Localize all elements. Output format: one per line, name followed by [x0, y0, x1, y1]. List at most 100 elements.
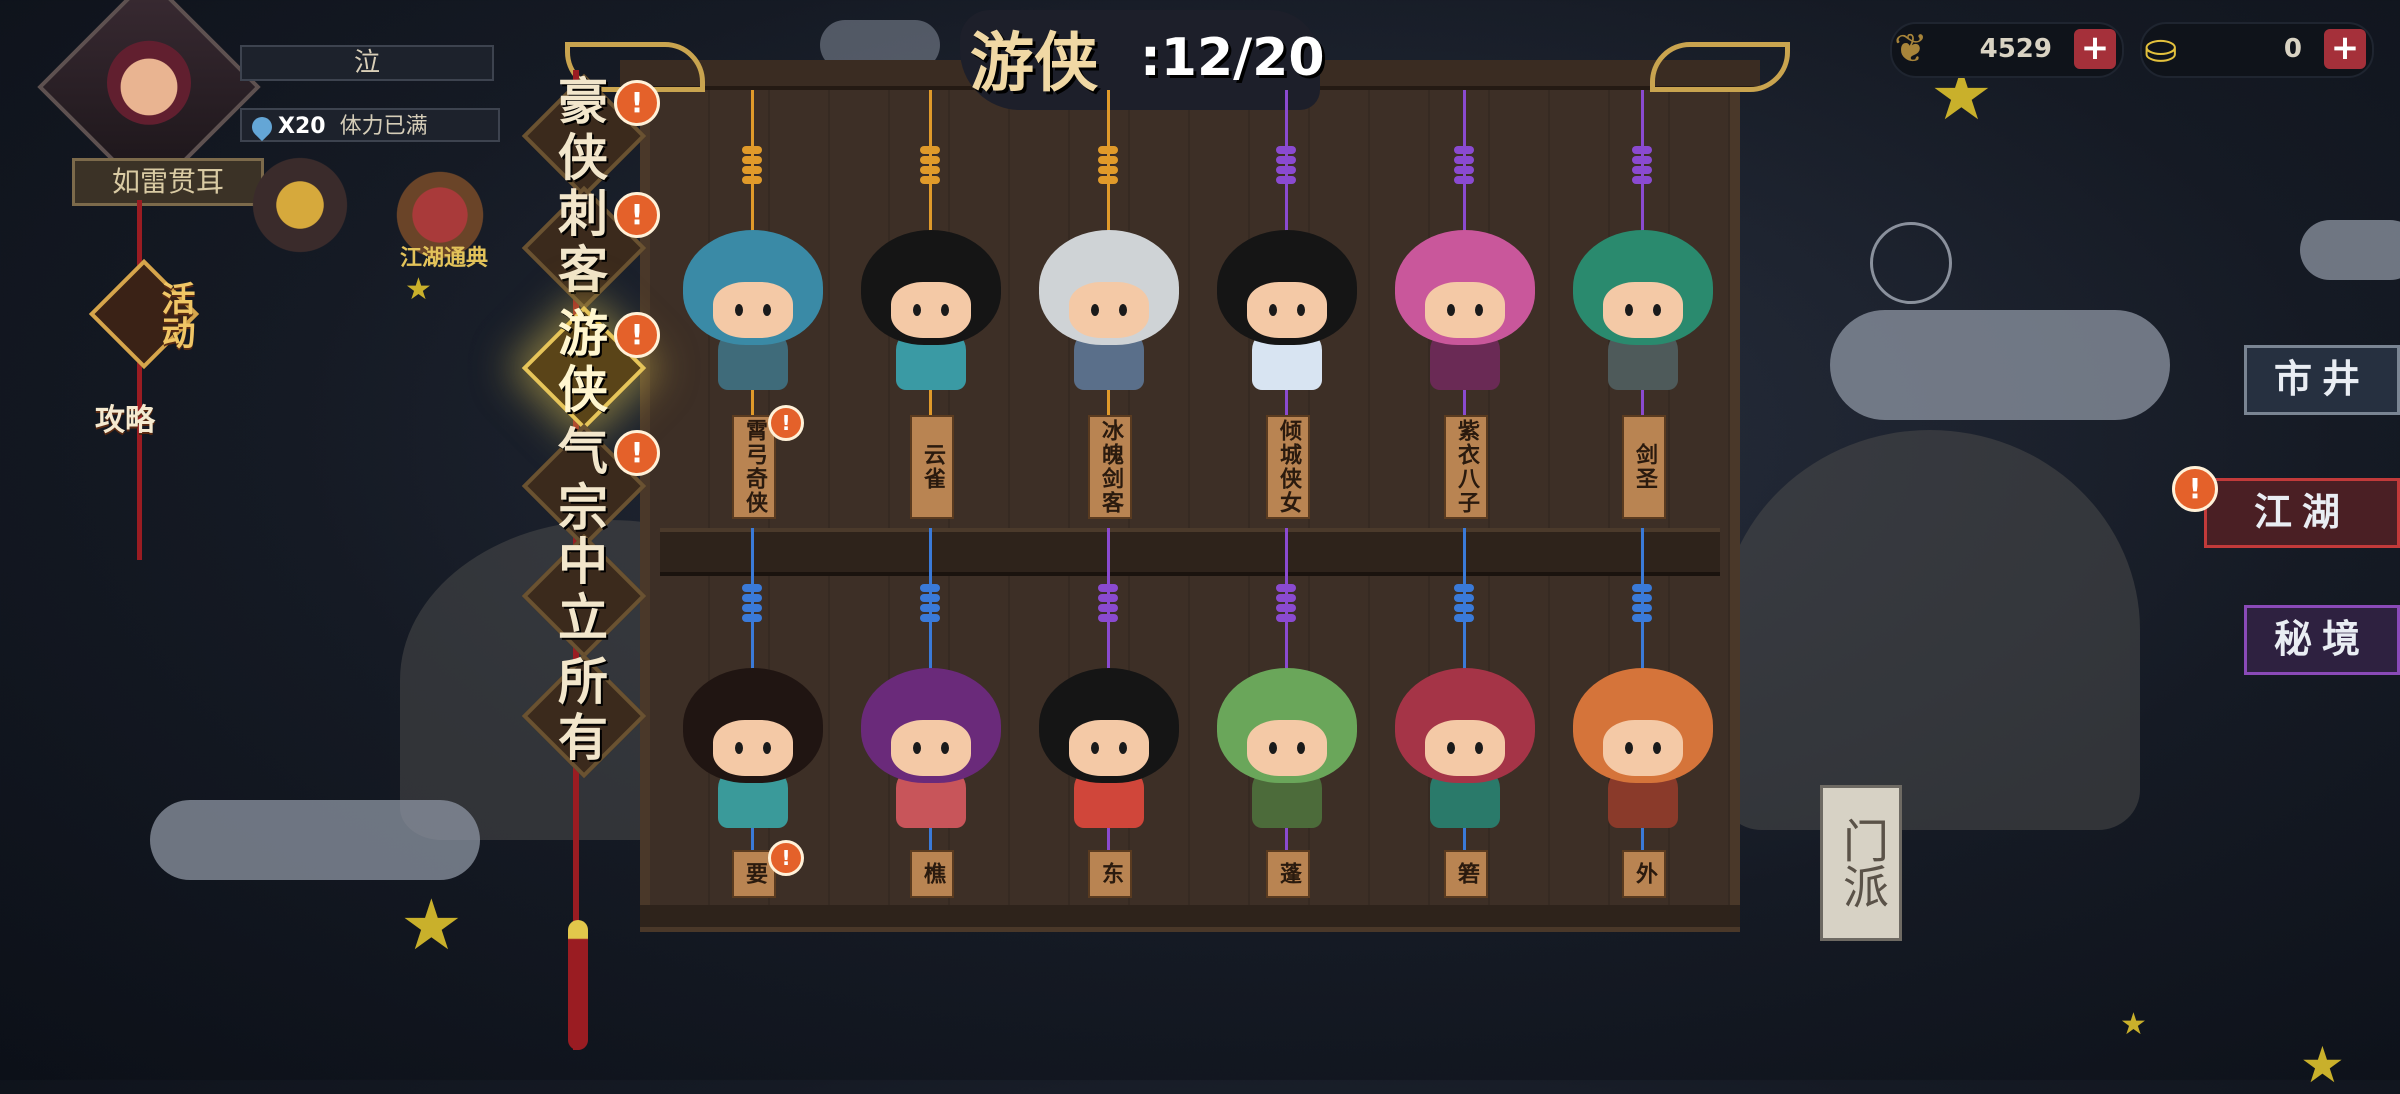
background-cloud [2300, 220, 2400, 280]
gold-ingot-icon: ⛀ [2144, 26, 2178, 72]
eye [913, 304, 921, 316]
character-face [1247, 720, 1327, 776]
character-name-plate: 蓬 [1266, 850, 1310, 898]
cabinet-bottom-beam [640, 905, 1740, 927]
stamina-count: X20 [278, 114, 326, 139]
background-cloud [150, 800, 480, 880]
star-icon: ★ [2120, 1007, 2147, 1042]
bead-stack [920, 146, 940, 186]
bead-stack [1454, 584, 1474, 624]
character-figure [678, 230, 828, 400]
tab-category[interactable]: 豪侠! [518, 70, 660, 199]
eye [1625, 304, 1633, 316]
stamina-drop-icon [247, 112, 277, 142]
eye [735, 742, 743, 754]
strategy-button[interactable]: 攻略 [95, 395, 155, 439]
character-figure [856, 230, 1006, 400]
eye [763, 742, 771, 754]
bead-stack [1098, 146, 1118, 186]
activity-button[interactable]: 活动 [90, 270, 200, 360]
eye [1653, 742, 1661, 754]
character-figure [1212, 230, 1362, 400]
character-face [891, 282, 971, 338]
character-figure [1390, 230, 1540, 400]
star-icon: ★ [405, 272, 432, 307]
collection-count-value: 12/20 [1160, 28, 1325, 88]
character-name-plate: 紫衣八子 [1444, 415, 1488, 519]
leaf-coin-icon: ❦ [1894, 26, 1928, 72]
sect-pendant[interactable]: 门派 [1820, 785, 1902, 941]
cabinet-ornament-right [1650, 42, 1790, 92]
market-button[interactable]: 市井 [2244, 345, 2400, 415]
character-name-plate: 冰魄剑客 [1088, 415, 1132, 519]
eye [941, 742, 949, 754]
tab-alert-badge: ! [614, 192, 660, 238]
add-coins-button[interactable]: + [2074, 29, 2116, 69]
stamina-bar[interactable]: X20 体力已满 [240, 108, 500, 142]
ingot-value: 0 [2283, 34, 2302, 64]
tab-alert-badge: ! [614, 312, 660, 358]
tab-category[interactable]: 所有 [518, 650, 647, 779]
character-figure [1390, 668, 1540, 838]
guide-book-label: 江湖通典 [400, 245, 489, 271]
tab-label: 所有 [558, 652, 608, 767]
eye [1119, 742, 1127, 754]
tab-label: 气宗 [558, 422, 608, 537]
character-face [1603, 282, 1683, 338]
bubble-icon [1870, 222, 1952, 304]
tab-label: 刺客 [558, 184, 608, 299]
bead-stack [742, 584, 762, 624]
cabinet-shelf [660, 528, 1720, 576]
jianghu-button[interactable]: 江湖 [2204, 478, 2400, 548]
collection-count: :12/20 [1140, 28, 1325, 88]
eye [1297, 304, 1305, 316]
coin-value: 4529 [1979, 34, 2052, 64]
eye [913, 742, 921, 754]
character-figure [1568, 230, 1718, 400]
eye [1091, 304, 1099, 316]
character-face [1069, 282, 1149, 338]
star-icon: ★ [400, 884, 463, 966]
eye [1269, 742, 1277, 754]
tab-category[interactable]: 刺客! [518, 182, 660, 311]
tab-label: 游侠 [558, 304, 608, 419]
collection-title: 游侠 [970, 26, 1098, 101]
tab-category[interactable]: 中立 [518, 530, 647, 659]
jianghu-alert-badge: ! [2172, 466, 2218, 512]
eye [1475, 304, 1483, 316]
character-face [1603, 720, 1683, 776]
character-face [1069, 720, 1149, 776]
eye [1447, 742, 1455, 754]
tab-category[interactable]: 游侠! [518, 302, 660, 431]
character-shop-button[interactable] [245, 150, 355, 260]
secret-realm-button[interactable]: 秘境 [2244, 605, 2400, 675]
coin-counter: ❦ 4529 + [1890, 22, 2124, 78]
character-face [713, 282, 793, 338]
character-alert-badge: ! [768, 405, 804, 441]
add-ingots-button[interactable]: + [2324, 29, 2366, 69]
star-icon: ★ [2300, 1036, 2345, 1094]
ingot-counter: ⛀ 0 + [2140, 22, 2374, 78]
character-face [1247, 282, 1327, 338]
eye [941, 304, 949, 316]
background-mountain-right [1720, 430, 2140, 830]
character-figure [1034, 668, 1184, 838]
tab-alert-badge: ! [614, 430, 660, 476]
stamina-status: 体力已满 [339, 114, 428, 139]
eye [1297, 742, 1305, 754]
bead-stack [1454, 146, 1474, 186]
bead-stack [1632, 146, 1652, 186]
eye [1625, 742, 1633, 754]
tab-label: 中立 [558, 532, 608, 647]
activity-rope [137, 200, 142, 560]
tassel-icon [568, 920, 588, 1050]
tab-category[interactable]: 气宗! [518, 420, 660, 549]
bead-stack [742, 146, 762, 186]
character-face [1425, 720, 1505, 776]
character-name-plate: 外 [1622, 850, 1666, 898]
background-cloud [1830, 310, 2170, 420]
eye [735, 304, 743, 316]
character-name-plate: 剑圣 [1622, 415, 1666, 519]
character-alert-badge: ! [768, 840, 804, 876]
character-figure [856, 668, 1006, 838]
